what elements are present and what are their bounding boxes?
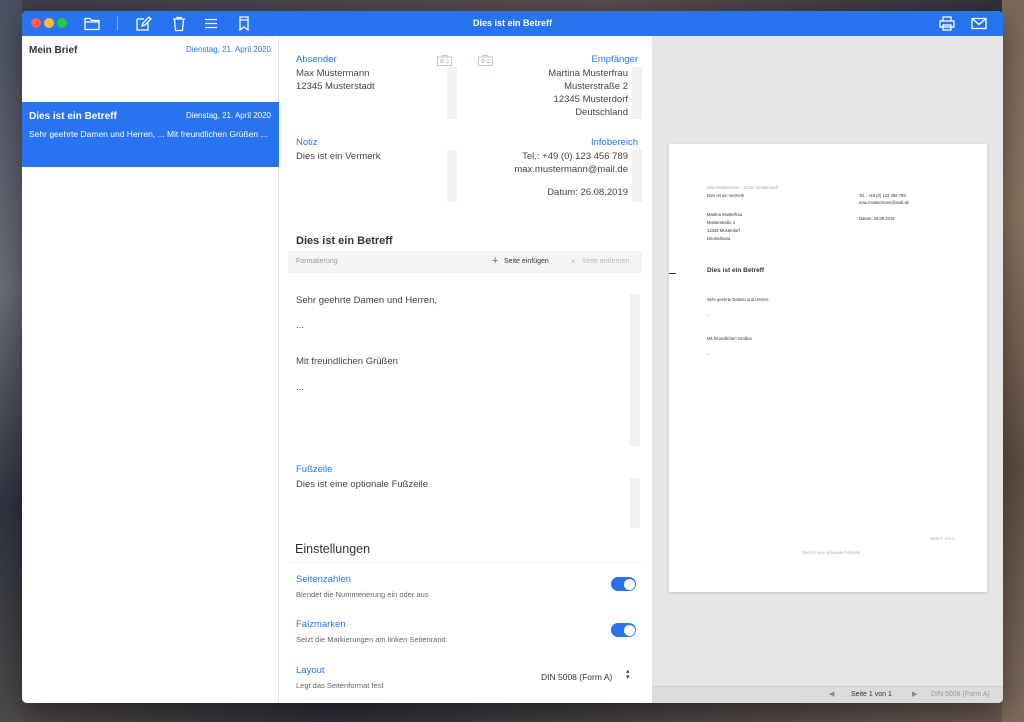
- page-numbers-toggle[interactable]: [611, 577, 636, 591]
- fold-marks-desc: Setzt die Markierungen am linken Seitenr…: [296, 635, 446, 644]
- toggle-knob: [623, 578, 635, 590]
- preview-note: Dies ist ein Vermerk: [707, 193, 745, 198]
- preview-recipient-country: Deutschland: [707, 236, 731, 241]
- info-label: Infobereich: [590, 137, 638, 148]
- print-icon[interactable]: [938, 15, 956, 32]
- preview-recipient-name: Martina Musterfrau: [707, 212, 743, 217]
- mail-icon[interactable]: [970, 15, 988, 32]
- close-icon: ×: [571, 257, 576, 266]
- previous-page-icon[interactable]: ◀: [829, 690, 834, 698]
- body-ellipsis[interactable]: ...: [296, 319, 304, 332]
- fold-mark: [669, 273, 676, 274]
- preview-recipient-street: Musterstraße 2: [707, 220, 736, 225]
- plus-icon: +: [492, 255, 499, 267]
- document-title: Mein Brief: [29, 45, 78, 56]
- note-text[interactable]: Dies ist ein Vermerk: [296, 150, 380, 163]
- document-sidebar: Mein Brief Dienstag, 21. April 2020 Dies…: [22, 36, 279, 703]
- preview-subject: Dies ist ein Betreff: [707, 267, 765, 274]
- sender-city[interactable]: 12345 Musterstadt: [296, 80, 375, 93]
- footer-label: Fußzeile: [296, 464, 333, 475]
- recipient-name[interactable]: Martina Musterfrau: [548, 67, 628, 80]
- preview-greeting: Sehr geehrte Damen und Herren,: [707, 297, 770, 302]
- preview-recipient-city: 12345 Musterdorf: [707, 228, 740, 233]
- body-closing[interactable]: Mit freundlichen Grüßen: [296, 355, 398, 368]
- info-scrollbar[interactable]: [632, 150, 642, 202]
- footer-text[interactable]: Dies ist eine optionale Fußzeile: [296, 478, 428, 491]
- note-scrollbar[interactable]: [447, 150, 457, 202]
- document-preview: Sehr geehrte Damen und Herren, ... Mit f…: [29, 129, 268, 139]
- sender-name[interactable]: Max Mustermann: [296, 67, 369, 80]
- preview-footer: Dies ist eine optionale Fußzeile: [802, 550, 861, 555]
- info-email[interactable]: max.mustermann@mail.de: [514, 163, 628, 176]
- layout-label: Layout: [296, 665, 325, 676]
- info-date[interactable]: Datum: 26.08.2019: [547, 186, 628, 199]
- recipient-label: Empfänger: [591, 54, 638, 65]
- settings-title: Einstellungen: [295, 542, 371, 556]
- toggle-knob: [623, 624, 635, 636]
- app-window: Dies ist ein Betreff Mein Brief Dienstag…: [22, 11, 1003, 703]
- preview-info-email: max.mustermann@mail.de: [859, 200, 910, 205]
- layout-desc: Legt das Seitenformat fest: [296, 681, 384, 690]
- preview-status-bar: ◀ Seite 1 von 1 ▶ DIN 5008 (Form A): [652, 686, 1003, 703]
- address-card-icon[interactable]: [478, 53, 493, 66]
- window-title: Dies ist ein Betreff: [472, 18, 553, 28]
- format-indicator: DIN 5008 (Form A): [931, 691, 990, 698]
- preview-sender-line: Max Mustermann · 12345 Musterstadt: [707, 185, 778, 190]
- remove-page-button[interactable]: Seite entfernen: [582, 258, 629, 265]
- preview-ellipsis: ...: [707, 312, 711, 317]
- insert-page-button[interactable]: Seite einfügen: [504, 258, 549, 265]
- preview-page: Max Mustermann · 12345 Musterstadt Dies …: [669, 144, 987, 592]
- preview-closing: Mit freundlichen Grüßen: [707, 336, 752, 341]
- divider: [288, 562, 642, 563]
- info-phone[interactable]: Tel.: +49 (0) 123 456 789: [522, 150, 628, 163]
- note-label: Notiz: [296, 137, 318, 148]
- body-ellipsis[interactable]: ...: [296, 381, 304, 394]
- desktop-wallpaper-left: [0, 0, 22, 722]
- recipient-city[interactable]: 12345 Musterdorf: [554, 93, 628, 106]
- subject-field[interactable]: Dies ist ein Betreff: [296, 235, 393, 247]
- toolbar: Dies ist ein Betreff: [22, 11, 1003, 36]
- body-greeting[interactable]: Sehr geehrte Damen und Herren,: [296, 294, 437, 307]
- recipient-scrollbar[interactable]: [632, 67, 642, 119]
- preview-date: Datum: 26.08.2019: [859, 216, 895, 221]
- page-indicator: Seite 1 von 1: [851, 691, 892, 698]
- address-card-icon[interactable]: [437, 53, 452, 66]
- page-numbers-desc: Blendet die Nummerierung ein oder aus: [296, 590, 429, 599]
- footer-scrollbar[interactable]: [630, 478, 640, 528]
- formatting-bar: Formatierung + Seite einfügen × Seite en…: [288, 251, 642, 273]
- desktop-wallpaper-right: [1002, 0, 1024, 722]
- document-list-item-selected[interactable]: Dies ist ein Betreff Dienstag, 21. April…: [22, 102, 279, 167]
- document-date: Dienstag, 21. April 2020: [186, 111, 271, 120]
- preview-info-phone: Tel.: +49 (0) 123 456 789: [859, 193, 906, 198]
- sender-label: Absender: [296, 54, 337, 65]
- next-page-icon[interactable]: ▶: [912, 690, 917, 698]
- preview-ellipsis: ...: [707, 351, 711, 356]
- body-scrollbar[interactable]: [630, 294, 640, 446]
- document-title: Dies ist ein Betreff: [29, 111, 117, 122]
- fold-marks-toggle[interactable]: [611, 623, 636, 637]
- recipient-street[interactable]: Musterstraße 2: [564, 80, 628, 93]
- letter-editor: Absender Max Mustermann 12345 Musterstad…: [280, 36, 652, 703]
- page-numbers-label: Seitenzahlen: [296, 574, 351, 585]
- document-list-item[interactable]: Mein Brief Dienstag, 21. April 2020: [22, 36, 279, 101]
- preview-page-number: Seite 1 von 1: [930, 536, 955, 541]
- formatting-placeholder[interactable]: Formatierung: [296, 258, 338, 265]
- recipient-country[interactable]: Deutschland: [575, 106, 628, 119]
- fold-marks-label: Falzmarken: [296, 619, 346, 630]
- document-date: Dienstag, 21. April 2020: [186, 45, 271, 54]
- chevron-updown-icon[interactable]: ▴ ▾: [626, 668, 630, 681]
- print-preview: Max Mustermann · 12345 Musterstadt Dies …: [652, 36, 1003, 703]
- layout-select[interactable]: DIN 5008 (Form A): [541, 671, 612, 684]
- sender-scrollbar[interactable]: [447, 67, 457, 119]
